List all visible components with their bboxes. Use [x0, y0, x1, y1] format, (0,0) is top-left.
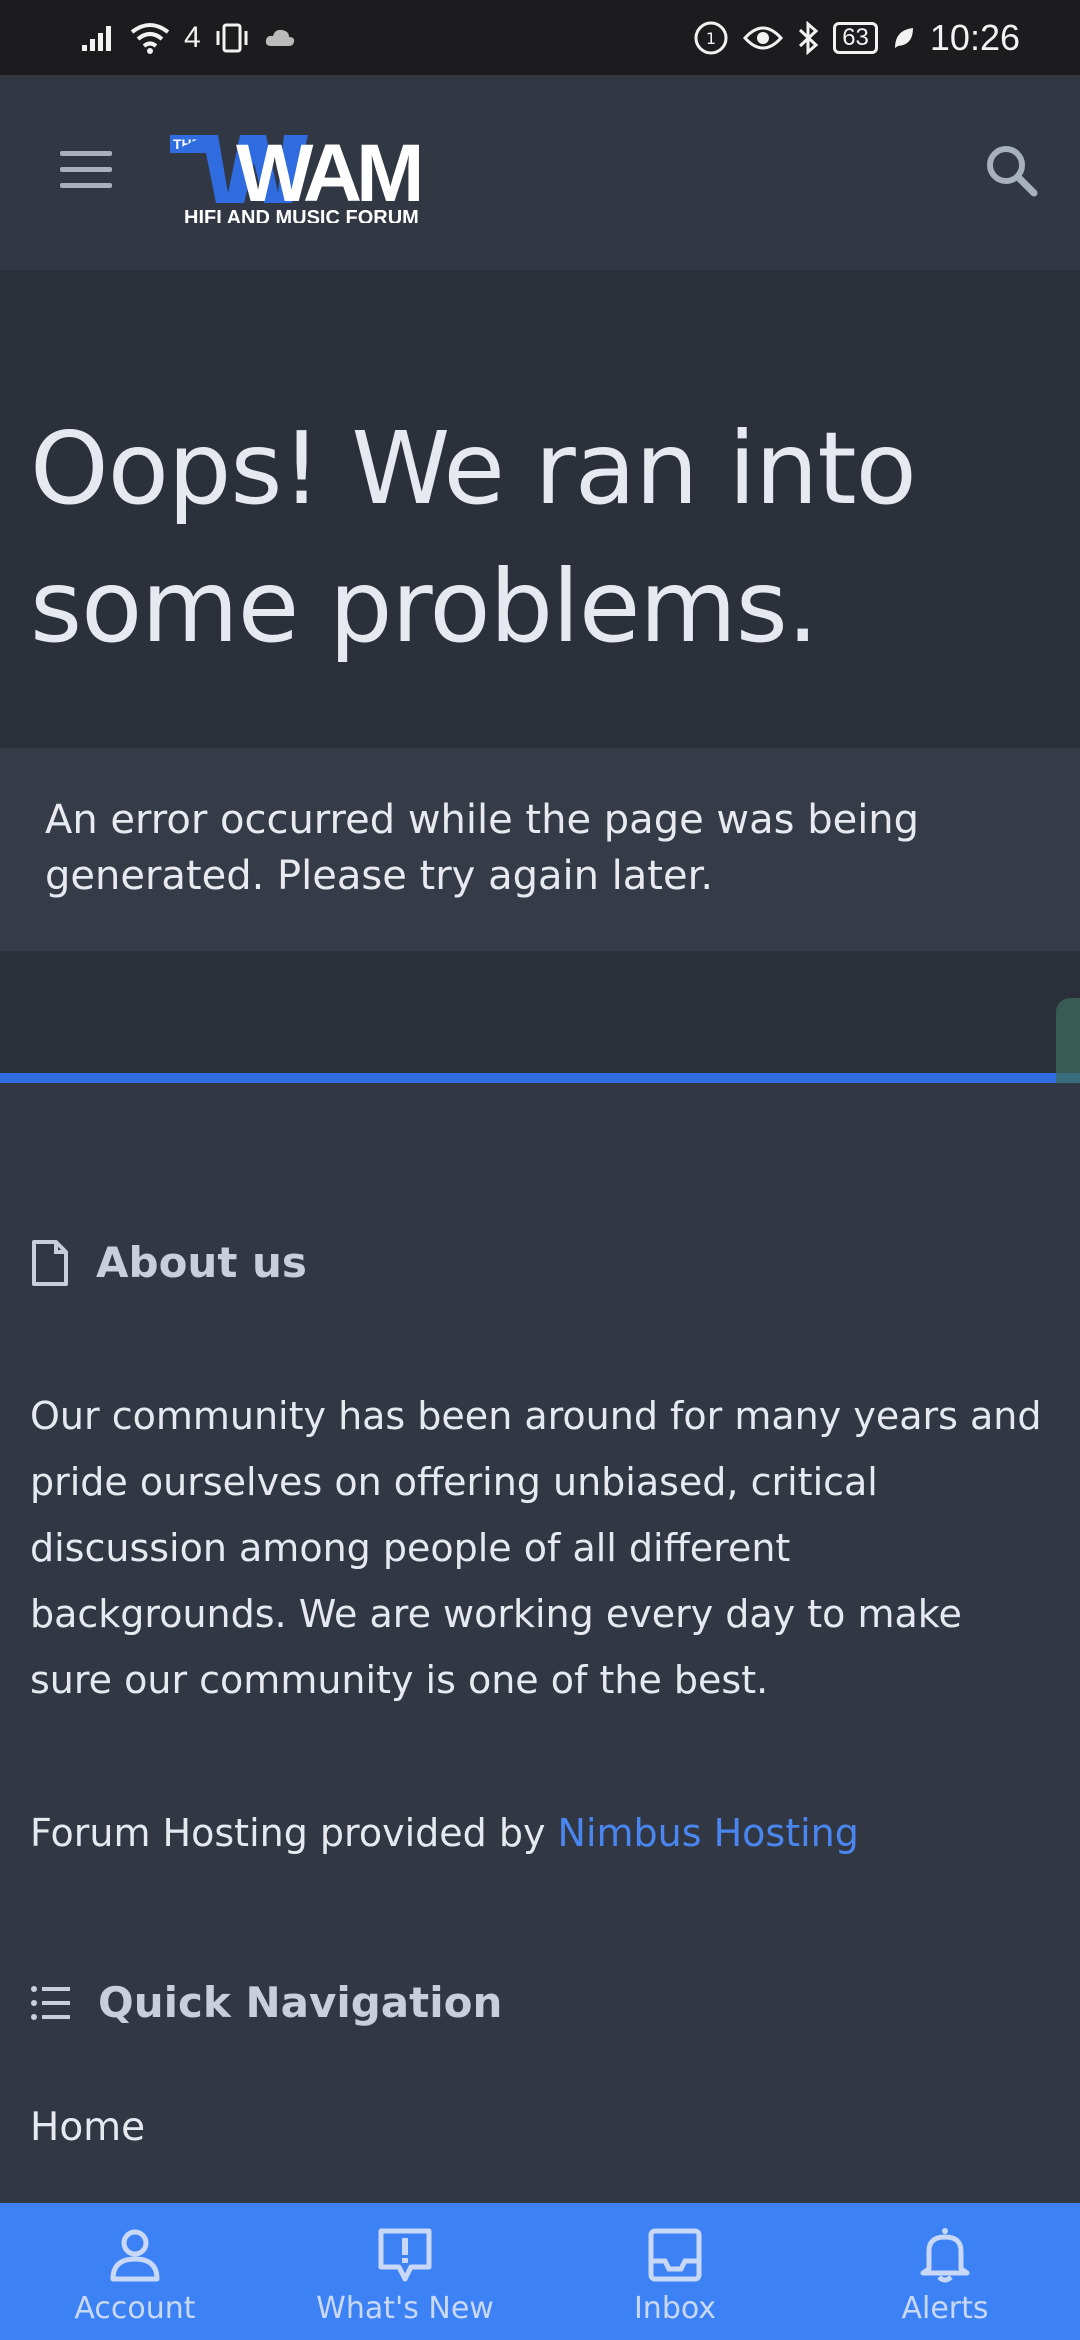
nav-whats-new[interactable]: What's New — [270, 2203, 540, 2340]
wifi-icon — [130, 23, 170, 54]
about-text: Our community has been around for many y… — [30, 1394, 1042, 1702]
error-message: An error occurred while the page was bei… — [45, 797, 920, 899]
quick-nav-title: Quick Navigation — [98, 1978, 503, 2027]
bottom-navigation: Account What's New Inbox Alerts — [0, 2203, 1080, 2340]
nav-whats-new-label: What's New — [316, 2291, 494, 2326]
document-icon — [32, 1239, 68, 1286]
nav-alerts-label: Alerts — [901, 2291, 989, 2326]
nav-inbox-label: Inbox — [633, 2291, 717, 2326]
nav-account-label: Account — [74, 2291, 196, 2326]
logo-subtitle: HIFI AND MUSIC FORUM — [184, 207, 419, 223]
battery-indicator: 63 — [833, 22, 878, 54]
signal-icon — [82, 26, 111, 51]
about-heading: About us — [30, 1238, 307, 1287]
footer: About us Our community has been around f… — [0, 1083, 1080, 2203]
eye-icon — [743, 26, 784, 50]
network-type: 4 — [184, 21, 201, 54]
quick-nav-heading: Quick Navigation — [30, 1978, 502, 2027]
leaf-icon — [894, 28, 913, 48]
bell-icon — [920, 2228, 970, 2283]
nimbus-hosting-link[interactable]: Nimbus Hosting — [558, 1811, 859, 1855]
clock: 10:26 — [929, 17, 1020, 58]
quick-nav-home-link[interactable]: Home — [30, 2105, 145, 2150]
error-hero: Oops! We ran into some problems. — [0, 270, 1080, 748]
menu-icon[interactable] — [60, 151, 112, 191]
list-icon — [31, 1985, 70, 2020]
wam-logo-icon: THE WAM HIFI AND MUSIC FORUM — [170, 128, 425, 229]
bluetooth-icon — [799, 21, 819, 55]
hosting-prefix: Forum Hosting provided by — [30, 1811, 558, 1855]
site-header: THE WAM HIFI AND MUSIC FORUM — [0, 75, 1080, 270]
inbox-icon — [648, 2228, 702, 2282]
error-message-box: An error occurred while the page was bei… — [0, 748, 1080, 951]
spacer — [0, 951, 1080, 1073]
data-saver-icon: 1 — [694, 21, 728, 55]
about-title: About us — [96, 1238, 307, 1287]
hosting-line: Forum Hosting provided by Nimbus Hosting — [30, 1805, 859, 1861]
logo-main-text: WAM — [236, 128, 419, 219]
page-title: Oops! We ran into some problems. — [30, 410, 917, 665]
account-icon — [110, 2229, 160, 2282]
vibrate-icon — [216, 23, 248, 53]
site-logo[interactable]: THE WAM HIFI AND MUSIC FORUM — [170, 123, 470, 229]
search-icon[interactable] — [982, 141, 1042, 201]
cloud-icon — [265, 29, 294, 46]
nav-account[interactable]: Account — [0, 2203, 270, 2340]
accent-divider — [0, 1073, 1080, 1083]
status-bar: 4 1 63 10:26 — [0, 0, 1080, 75]
svg-text:1: 1 — [706, 29, 716, 48]
status-left: 4 — [80, 14, 297, 62]
nav-alerts[interactable]: Alerts — [810, 2203, 1080, 2340]
whats-new-icon — [378, 2228, 432, 2282]
nav-inbox[interactable]: Inbox — [540, 2203, 810, 2340]
status-right: 1 63 10:26 — [693, 14, 1020, 62]
